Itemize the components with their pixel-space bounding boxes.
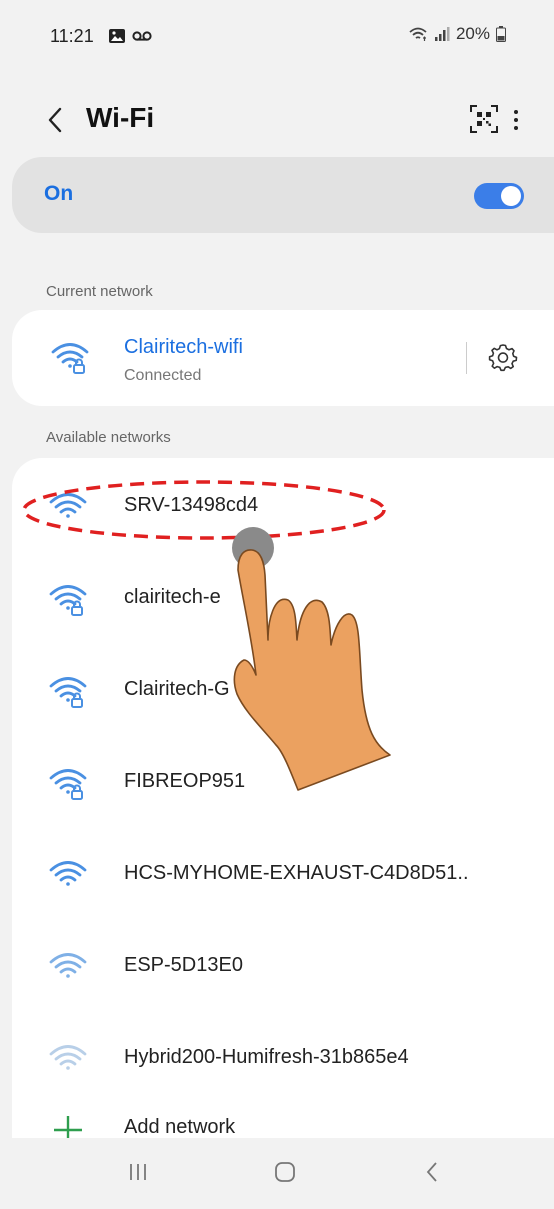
battery-icon	[496, 26, 506, 42]
add-network-row[interactable]: Add network	[12, 1102, 554, 1138]
wifi-toggle-switch[interactable]	[474, 183, 524, 209]
current-network-card[interactable]: Clairitech-wifi Connected	[12, 310, 554, 406]
wifi-toggle-label: On	[44, 182, 74, 205]
chevron-left-icon	[48, 107, 62, 133]
network-name: Clairitech-G	[124, 678, 230, 700]
wifi-icon	[49, 493, 87, 518]
network-name: SRV-13498cd4	[124, 494, 259, 516]
battery-percent: 20%	[455, 24, 490, 43]
divider	[466, 342, 467, 374]
status-time: 11:21	[50, 26, 94, 46]
home-button[interactable]	[265, 1152, 305, 1192]
current-network-status: Connected	[124, 367, 202, 384]
add-network-label: Add network	[124, 1116, 236, 1138]
page-title: Wi-Fi	[86, 102, 155, 133]
wifi-icon	[49, 1045, 87, 1070]
more-vertical-icon	[514, 110, 518, 114]
wifi-icon	[49, 861, 87, 886]
back-icon	[426, 1162, 437, 1182]
navigation-bar	[0, 1138, 554, 1209]
recents-icon	[130, 1164, 146, 1180]
signal-icon	[434, 27, 450, 41]
wifi-lock-icon	[49, 769, 87, 800]
gallery-icon	[109, 29, 125, 43]
wifi-toggle-row[interactable]: On	[12, 157, 554, 233]
voicemail-icon	[132, 31, 152, 41]
status-right: 20%	[408, 24, 506, 44]
recents-button[interactable]	[118, 1152, 158, 1192]
home-icon	[275, 1162, 295, 1182]
status-left-icons	[108, 28, 152, 44]
wifi-lock-icon	[49, 585, 87, 616]
network-row[interactable]: SRV-13498cd4	[12, 462, 554, 554]
qr-scan-button[interactable]	[468, 103, 500, 135]
network-row[interactable]: Hybrid200-Humifresh-31b865e4	[12, 1014, 554, 1106]
network-row[interactable]: ESP-5D13E0	[12, 922, 554, 1014]
network-row[interactable]: FIBREOP951	[12, 738, 554, 830]
network-name: ESP-5D13E0	[124, 954, 243, 976]
network-name: Hybrid200-Humifresh-31b865e4	[124, 1046, 409, 1068]
available-networks-list: SRV-13498cd4 clairitech-e Clairitech-G FIBR…	[12, 458, 554, 1138]
status-bar: 11:21 20%	[0, 0, 554, 70]
nav-back-button[interactable]	[412, 1152, 452, 1192]
gear-icon[interactable]	[486, 340, 520, 374]
network-row[interactable]: clairitech-e	[12, 554, 554, 646]
network-row[interactable]: HCS-MYHOME-EXHAUST-C4D8D51..	[12, 830, 554, 922]
network-name: FIBREOP951	[124, 770, 246, 792]
network-name: HCS-MYHOME-EXHAUST-C4D8D51..	[124, 862, 469, 884]
plus-icon	[54, 1116, 82, 1138]
more-options-button[interactable]	[506, 100, 526, 140]
wifi-status-icon	[409, 27, 427, 41]
current-network-name: Clairitech-wifi	[124, 336, 243, 358]
back-button[interactable]	[40, 100, 70, 140]
current-network-heading: Current network	[46, 283, 153, 300]
qr-scan-icon	[470, 105, 498, 133]
wifi-lock-icon	[51, 343, 89, 374]
available-networks-heading: Available networks	[46, 429, 171, 446]
network-name: clairitech-e	[124, 586, 221, 608]
network-row[interactable]: Clairitech-G	[12, 646, 554, 738]
wifi-icon	[49, 953, 87, 978]
header: Wi-Fi	[0, 90, 554, 150]
wifi-lock-icon	[49, 677, 87, 708]
